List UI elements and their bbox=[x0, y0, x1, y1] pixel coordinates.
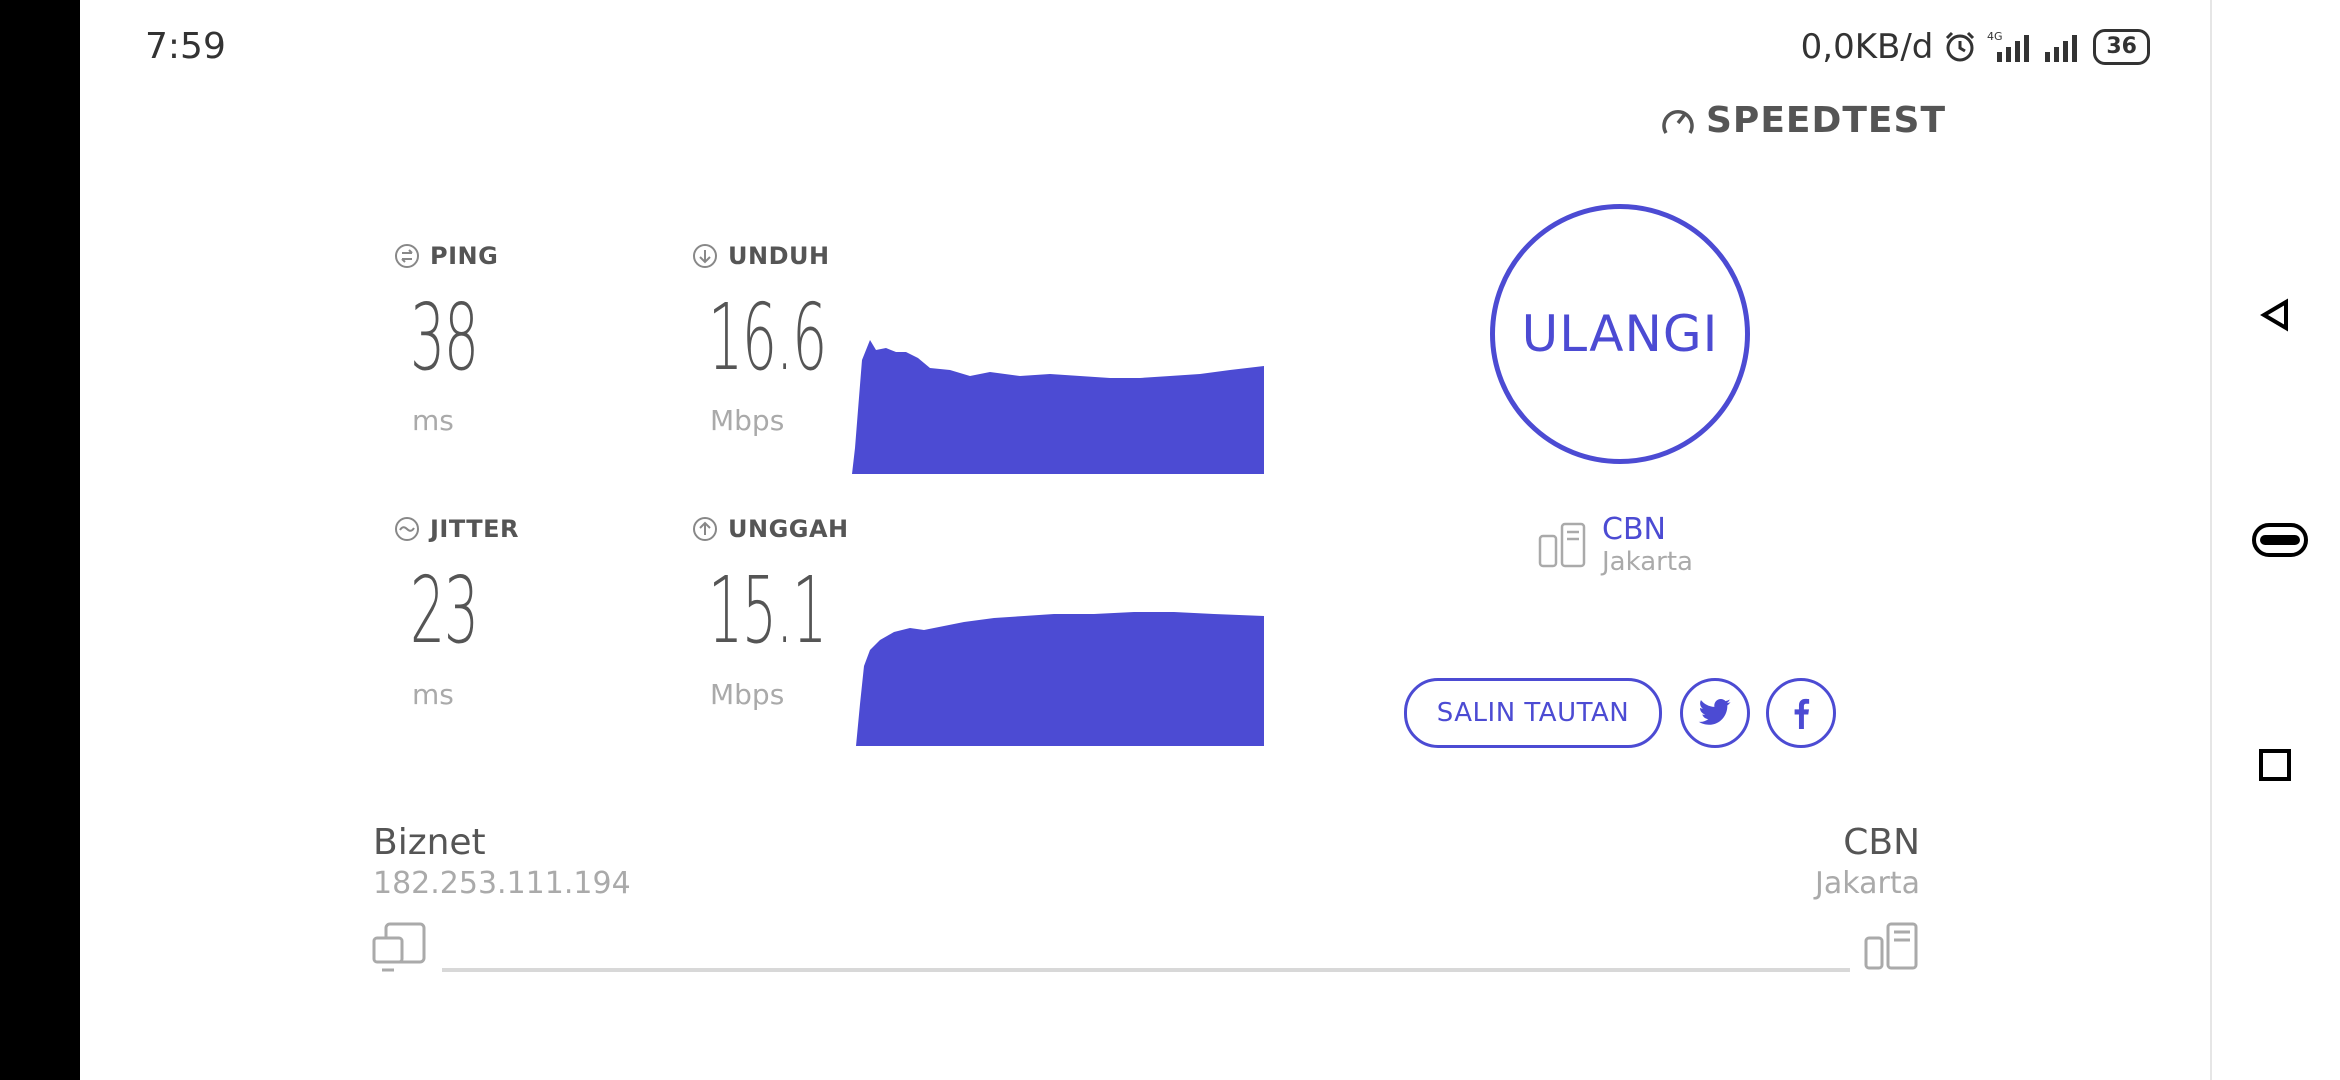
gauge-icon bbox=[1662, 109, 1694, 134]
copy-link-button[interactable]: SALIN TAUTAN bbox=[1404, 678, 1662, 748]
jitter-value: 23 bbox=[410, 557, 479, 664]
upload-icon bbox=[693, 517, 717, 541]
signal-icon: 4G bbox=[1987, 30, 2033, 64]
twitter-icon bbox=[1698, 698, 1731, 725]
isp-ip: 182.253.111.194 bbox=[373, 866, 631, 901]
screen-edge bbox=[0, 0, 80, 1080]
destination-name: CBN bbox=[1843, 822, 1920, 863]
twitter-button[interactable] bbox=[1680, 678, 1750, 748]
facebook-button[interactable] bbox=[1766, 678, 1836, 748]
upload-unit: Mbps bbox=[710, 678, 785, 711]
data-rate: 0,0KB/d bbox=[1800, 27, 1934, 67]
ping-icon bbox=[395, 244, 419, 268]
nav-back-button[interactable] bbox=[2250, 290, 2300, 340]
home-icon bbox=[2252, 523, 2308, 557]
server-name: CBN bbox=[1602, 512, 1666, 547]
jitter-unit: ms bbox=[412, 678, 454, 711]
ping-label-text: PING bbox=[430, 242, 499, 270]
download-label: UNDUH bbox=[692, 242, 830, 270]
ping-unit: ms bbox=[412, 404, 454, 437]
ping-value: 38 bbox=[410, 284, 479, 391]
server-icon bbox=[1538, 522, 1586, 567]
facebook-icon bbox=[1794, 698, 1810, 729]
server-icon bbox=[1864, 922, 1918, 970]
recents-icon bbox=[2259, 749, 2291, 781]
ping-label: PING bbox=[394, 242, 498, 270]
jitter-label: JITTER bbox=[394, 515, 519, 543]
battery-icon: 36 bbox=[2093, 29, 2150, 65]
connection-line bbox=[442, 968, 1850, 972]
signal-icon bbox=[2043, 30, 2083, 64]
network-type: 4G bbox=[1987, 30, 2003, 43]
speedtest-logo: SPEEDTEST bbox=[1660, 100, 1946, 141]
download-unit: Mbps bbox=[710, 404, 785, 437]
destination-city: Jakarta bbox=[1815, 866, 1920, 901]
nav-divider bbox=[2210, 0, 2212, 1080]
download-value: 16.6 bbox=[708, 284, 827, 391]
upload-value: 15.1 bbox=[708, 557, 827, 664]
nav-home-button[interactable] bbox=[2250, 515, 2310, 565]
upload-graph bbox=[856, 612, 1264, 746]
download-graph bbox=[852, 340, 1264, 474]
logo-text: SPEEDTEST bbox=[1706, 100, 1947, 141]
upload-label-text: UNGGAH bbox=[728, 515, 849, 543]
upload-label: UNGGAH bbox=[692, 515, 849, 543]
jitter-icon bbox=[395, 517, 419, 541]
isp-name: Biznet bbox=[373, 822, 486, 863]
status-time: 7:59 bbox=[145, 26, 226, 67]
server-info[interactable]: CBN Jakarta bbox=[1538, 512, 1693, 577]
jitter-label-text: JITTER bbox=[430, 515, 520, 543]
server-city: Jakarta bbox=[1602, 547, 1693, 577]
status-right: 0,0KB/d 4G 36 bbox=[1801, 24, 2150, 70]
nav-recents-button[interactable] bbox=[2250, 740, 2300, 790]
download-label-text: UNDUH bbox=[728, 242, 830, 270]
back-icon bbox=[2260, 298, 2288, 332]
restart-button[interactable]: ULANGI bbox=[1490, 204, 1750, 464]
device-icon bbox=[372, 922, 426, 972]
download-icon bbox=[693, 244, 717, 268]
alarm-icon bbox=[1943, 30, 1977, 64]
